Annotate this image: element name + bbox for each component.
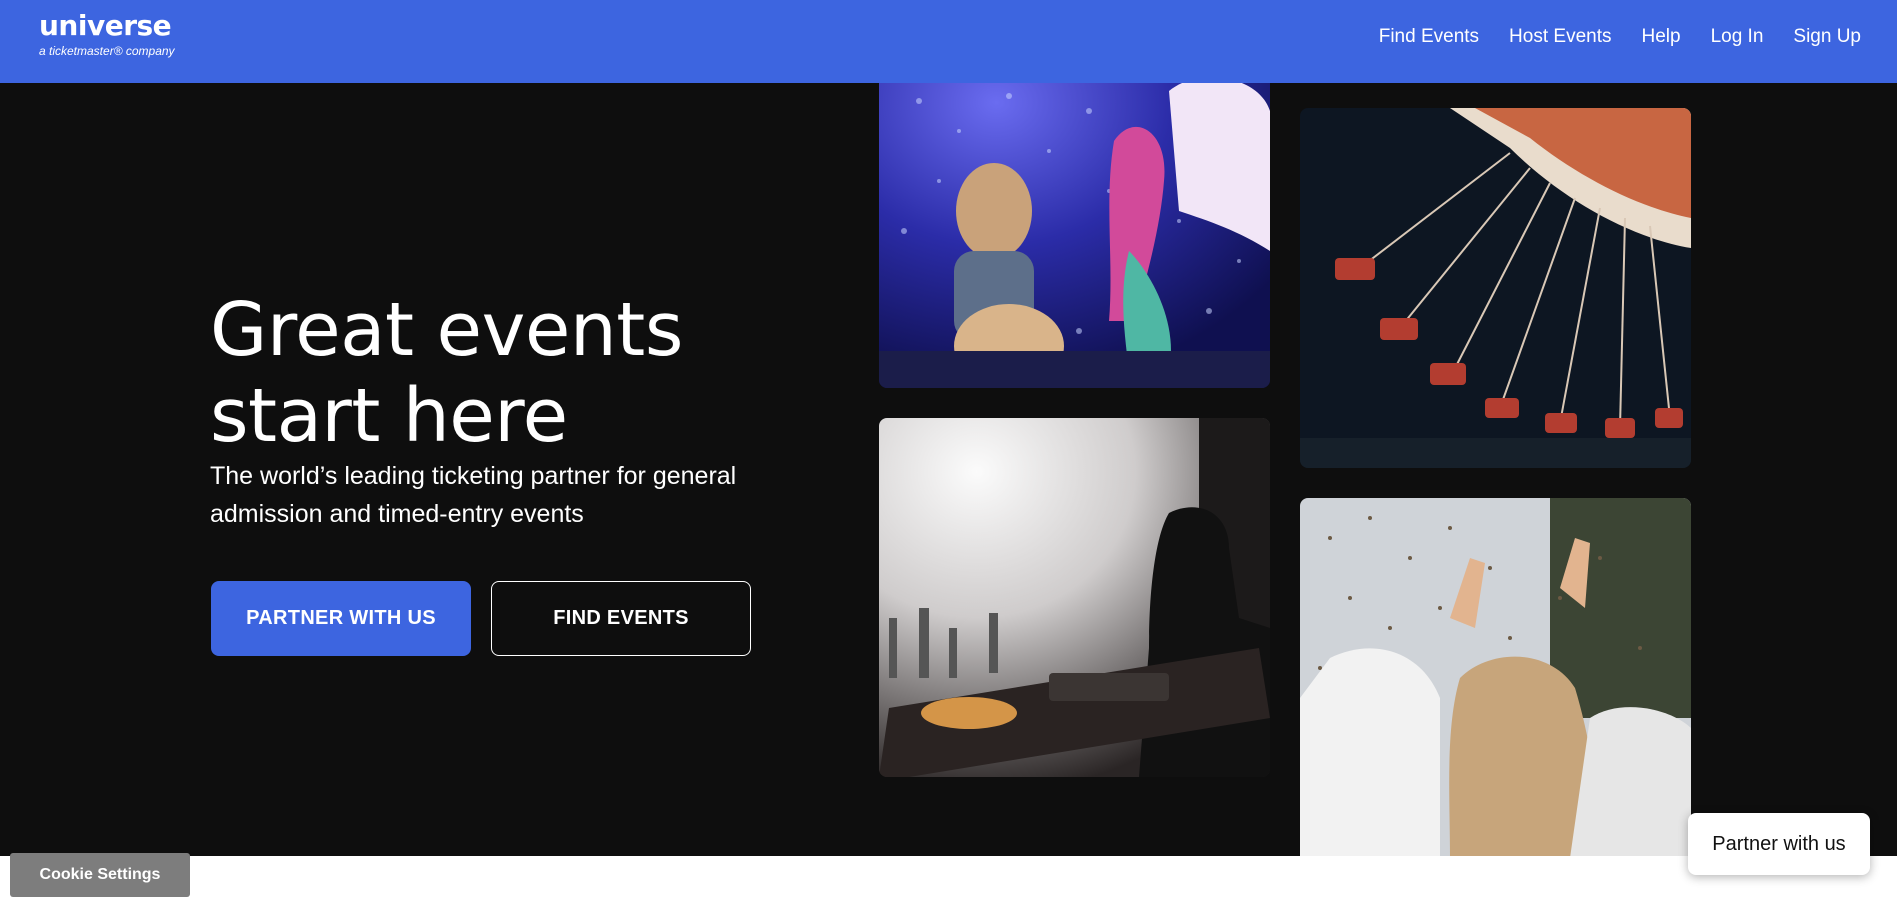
logo-wordmark: universe bbox=[39, 9, 172, 42]
nav-find-events[interactable]: Find Events bbox=[1379, 26, 1479, 48]
main-nav: Find Events Host Events Help Log In Sign… bbox=[1349, 26, 1861, 48]
nav-help[interactable]: Help bbox=[1641, 26, 1680, 48]
hero-headline: Great events start here bbox=[210, 287, 830, 459]
hero-subheading: The world’s leading ticketing partner fo… bbox=[210, 462, 737, 528]
hero-section: Great events start here The world’s lead… bbox=[0, 83, 1897, 856]
top-navigation-bar: universe a ticketmaster® company Find Ev… bbox=[0, 0, 1897, 83]
cookie-settings-button[interactable]: Cookie Settings bbox=[10, 853, 190, 897]
swing-ride-at-night-photo bbox=[1300, 108, 1691, 468]
find-events-button[interactable]: FIND EVENTS bbox=[491, 581, 751, 656]
logo-subtitle: a ticketmaster® company bbox=[39, 44, 175, 58]
headline-line-2: start here bbox=[210, 373, 568, 459]
nav-sign-up[interactable]: Sign Up bbox=[1793, 26, 1861, 48]
universe-logo[interactable]: universe a ticketmaster® company bbox=[39, 10, 189, 66]
confetti-crowd-photo bbox=[1300, 498, 1691, 856]
nav-host-events[interactable]: Host Events bbox=[1509, 26, 1611, 48]
headline-line-1: Great events bbox=[210, 287, 683, 373]
partner-with-us-chip[interactable]: Partner with us bbox=[1688, 813, 1870, 875]
child-with-mermaid-show-photo bbox=[879, 83, 1270, 388]
dj-at-turntables-photo bbox=[879, 418, 1270, 777]
partner-with-us-button[interactable]: PARTNER WITH US bbox=[211, 581, 471, 656]
nav-log-in[interactable]: Log In bbox=[1711, 26, 1764, 48]
